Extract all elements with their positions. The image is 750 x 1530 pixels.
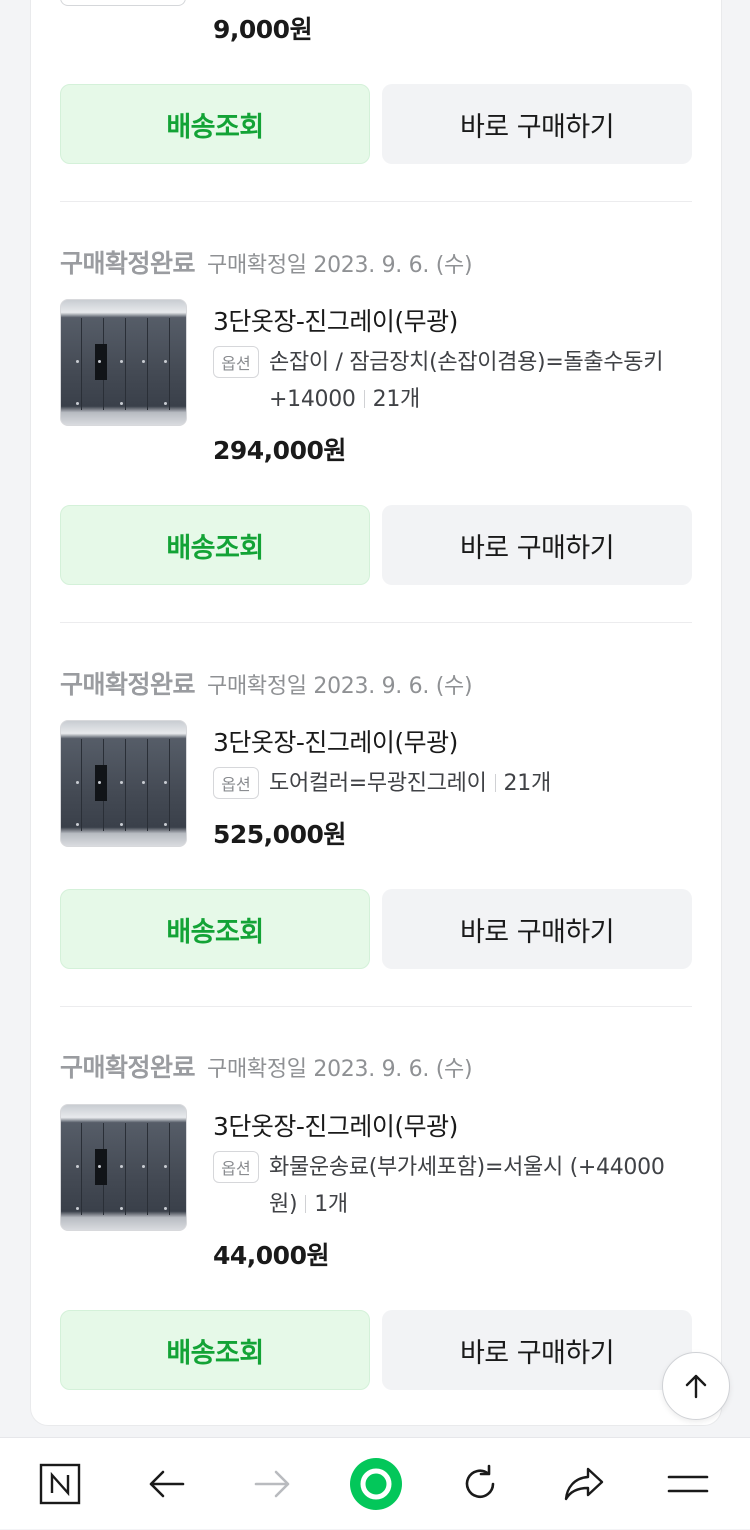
back-arrow-icon [149,1470,185,1498]
option-badge: 옵션 [213,346,259,378]
buy-again-button[interactable]: 바로 구매하기 [382,505,692,585]
option-text-block: 화물운송료(부가세포함)=서울시 (+44000원) 1개 [269,1149,689,1223]
item-price: 9,000원 [213,15,313,44]
divider [60,1006,692,1007]
buy-again-button[interactable]: 바로 구매하기 [382,84,692,164]
share-icon [564,1467,604,1501]
product-title[interactable]: 3단옷장-진그레이(무광) [213,1107,458,1143]
product-title[interactable]: 3단옷장-진그레이(무광) [213,723,458,759]
option-text: 손잡이 / 잠금장치(손잡이겸용)=돌출수동키 +14000 [269,350,664,412]
track-delivery-button[interactable]: 배송조회 [60,889,370,969]
item-price: 525,000원 [213,820,346,849]
order-status-line: 구매확정완료 구매확정일 2023. 9. 6. (수) [60,665,473,701]
item-price: 294,000원 [213,436,346,465]
scroll-to-top-button[interactable] [662,1352,730,1420]
product-thumbnail[interactable] [60,720,187,847]
option-badge: 옵션 [213,1151,259,1183]
refresh-icon [465,1464,495,1499]
product-thumbnail[interactable] [60,1104,187,1231]
option-text-block: 도어컬러=무광진그레이 21개 [269,765,689,802]
forward-button[interactable] [232,1438,312,1530]
menu-icon [667,1475,709,1493]
product-title[interactable]: 3단옷장-진그레이(무광) [213,302,458,338]
arrow-up-icon [685,1374,707,1399]
divider [60,201,692,202]
confirm-date: 구매확정일 2023. 9. 6. (수) [207,253,473,278]
track-delivery-button[interactable]: 배송조회 [60,1310,370,1390]
naver-n-icon [39,1463,81,1505]
confirm-date: 구매확정일 2023. 9. 6. (수) [207,1057,473,1082]
naver-n-button[interactable] [20,1438,100,1530]
product-thumbnail[interactable] [60,0,186,6]
option-text-block: 손잡이 / 잠금장치(손잡이겸용)=돌출수동키 +14000 21개 [269,344,689,418]
order-status-line: 구매확정완료 구매확정일 2023. 9. 6. (수) [60,244,473,280]
green-dot-home-icon [350,1458,402,1510]
refresh-button[interactable] [440,1438,520,1530]
quantity: 21개 [503,771,552,796]
buy-again-button[interactable]: 바로 구매하기 [382,889,692,969]
back-button[interactable] [127,1438,207,1530]
order-status: 구매확정완료 [60,670,196,699]
buy-again-button[interactable]: 바로 구매하기 [382,1310,692,1390]
track-delivery-button[interactable]: 배송조회 [60,505,370,585]
forward-arrow-icon [254,1470,290,1498]
product-thumbnail[interactable] [60,299,187,426]
quantity: 1개 [314,1192,348,1217]
menu-button[interactable] [648,1438,728,1530]
order-status: 구매확정완료 [60,249,196,278]
order-status-line: 구매확정완료 구매확정일 2023. 9. 6. (수) [60,1048,473,1084]
share-button[interactable] [544,1438,624,1530]
divider [60,622,692,623]
track-delivery-button[interactable]: 배송조회 [60,84,370,164]
item-price: 44,000원 [213,1241,329,1270]
home-button[interactable] [336,1438,416,1530]
option-badge: 옵션 [213,767,259,799]
order-status: 구매확정완료 [60,1053,196,1082]
option-text: 도어컬러=무광진그레이 [269,771,487,796]
quantity: 21개 [372,387,421,412]
browser-navbar [0,1437,750,1529]
confirm-date: 구매확정일 2023. 9. 6. (수) [207,674,473,699]
